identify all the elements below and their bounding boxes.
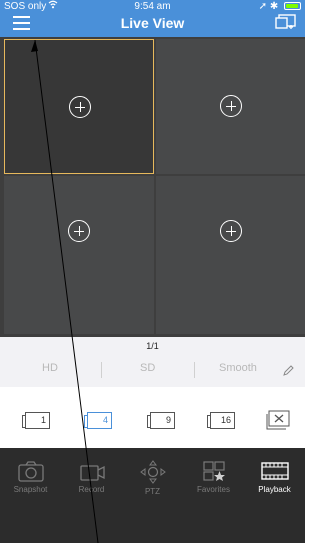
bluetooth-icon: ✱ — [269, 1, 279, 12]
add-camera-icon[interactable] — [68, 220, 90, 242]
camera-icon — [17, 461, 44, 482]
tab-label: Favorites — [197, 485, 230, 494]
location-icon: ➚ — [258, 1, 268, 12]
status-indicators: ➚ ✱ — [259, 0, 301, 13]
layout-16-button[interactable]: 16 — [207, 412, 235, 429]
layout-selector: 1 4 9 16 — [0, 387, 305, 448]
video-cell-1[interactable] — [4, 39, 154, 174]
edit-icon[interactable] — [283, 365, 294, 376]
tab-ptz[interactable]: PTZ — [122, 448, 183, 508]
ptz-direction-icon — [139, 460, 166, 484]
divider — [194, 362, 195, 378]
tab-label: PTZ — [144, 487, 161, 496]
video-cell-4[interactable] — [156, 176, 305, 334]
quality-smooth[interactable]: Smooth — [219, 362, 257, 374]
layout-4-button[interactable]: 4 — [84, 412, 112, 429]
status-bar: SOS only 9:54 am ➚ ✱ — [0, 0, 305, 13]
bottom-tab-bar: Snapshot Record PTZ Favorites Playback — [0, 448, 305, 543]
add-camera-icon[interactable] — [69, 96, 91, 118]
quality-sd[interactable]: SD — [140, 362, 155, 374]
stream-info-bar: 1/1 HD SD Smooth — [0, 337, 305, 387]
film-strip-icon — [260, 462, 289, 480]
tab-record[interactable]: Record — [61, 448, 122, 508]
tab-label: Record — [78, 485, 105, 494]
battery-icon — [284, 2, 301, 10]
close-all-icon[interactable] — [265, 410, 291, 430]
video-camera-icon — [79, 465, 105, 481]
layout-1-button[interactable]: 1 — [22, 412, 50, 429]
page-indicator: 1/1 — [146, 341, 159, 351]
divider — [101, 362, 102, 378]
screen-cast-icon[interactable] — [275, 14, 297, 30]
tab-label: Playback — [258, 485, 291, 494]
quality-hd[interactable]: HD — [42, 362, 58, 374]
video-cell-3[interactable] — [4, 176, 154, 334]
layout-9-button[interactable]: 9 — [147, 412, 175, 429]
tab-favorites[interactable]: Favorites — [183, 448, 244, 508]
tab-playback[interactable]: Playback — [244, 448, 305, 508]
video-cell-2[interactable] — [156, 39, 305, 174]
tab-snapshot[interactable]: Snapshot — [0, 448, 61, 508]
add-camera-icon[interactable] — [220, 95, 242, 117]
page-title: Live View — [120, 15, 185, 31]
tab-label: Snapshot — [13, 485, 48, 494]
live-view-grid — [0, 37, 305, 337]
top-bar: SOS only 9:54 am ➚ ✱ Live View — [0, 0, 305, 37]
quality-selector: HD SD Smooth — [0, 352, 305, 382]
favorites-icon — [202, 461, 225, 481]
add-camera-icon[interactable] — [220, 220, 242, 242]
